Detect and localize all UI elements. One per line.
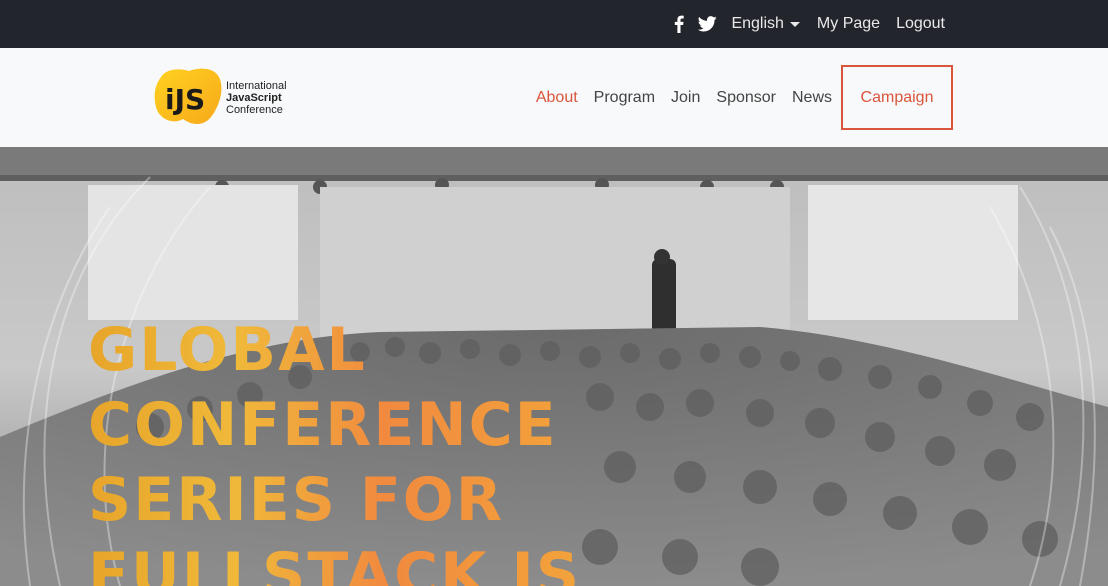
chevron-down-icon bbox=[789, 22, 800, 27]
ijs-logo-icon: iJS bbox=[154, 68, 222, 124]
my-page-link[interactable]: My Page bbox=[817, 15, 880, 33]
twitter-icon[interactable] bbox=[697, 15, 717, 33]
logout-link[interactable]: Logout bbox=[896, 15, 945, 33]
primary-nav: About Program Join Sponsor News Campaign bbox=[520, 48, 953, 147]
facebook-icon[interactable] bbox=[673, 15, 685, 33]
logo-mark-text: iJS bbox=[165, 83, 205, 116]
brand-logo[interactable]: iJS International JavaScript Conference bbox=[153, 67, 303, 127]
hero-banner: GLOBAL CONFERENCE SERIES FOR FULLSTACK J… bbox=[0, 147, 1108, 586]
nav-item-join[interactable]: Join bbox=[671, 89, 700, 107]
nav-item-about[interactable]: About bbox=[536, 89, 578, 107]
nav-item-sponsor[interactable]: Sponsor bbox=[716, 89, 776, 107]
main-navbar: iJS International JavaScript Conference … bbox=[0, 48, 1108, 147]
logo-line-3: Conference bbox=[226, 104, 283, 116]
language-dropdown[interactable]: English bbox=[731, 15, 800, 33]
logo-line-2: JavaScript bbox=[226, 92, 282, 104]
headline-line-3: SERIES FOR bbox=[88, 465, 505, 535]
language-label: English bbox=[731, 15, 784, 32]
nav-item-news[interactable]: News bbox=[792, 89, 832, 107]
top-bar: English My Page Logout bbox=[0, 0, 1108, 48]
logo-wordmark: International JavaScript Conference bbox=[226, 80, 287, 116]
headline-line-1: GLOBAL bbox=[88, 315, 367, 385]
nav-item-program[interactable]: Program bbox=[594, 89, 655, 107]
headline-line-2: CONFERENCE bbox=[88, 390, 558, 460]
hero-headline: GLOBAL CONFERENCE SERIES FOR FULLSTACK J… bbox=[88, 313, 581, 586]
headline-line-4: FULLSTACK JS bbox=[88, 540, 582, 586]
logo-line-1: International bbox=[226, 80, 287, 92]
campaign-button[interactable]: Campaign bbox=[841, 65, 953, 130]
